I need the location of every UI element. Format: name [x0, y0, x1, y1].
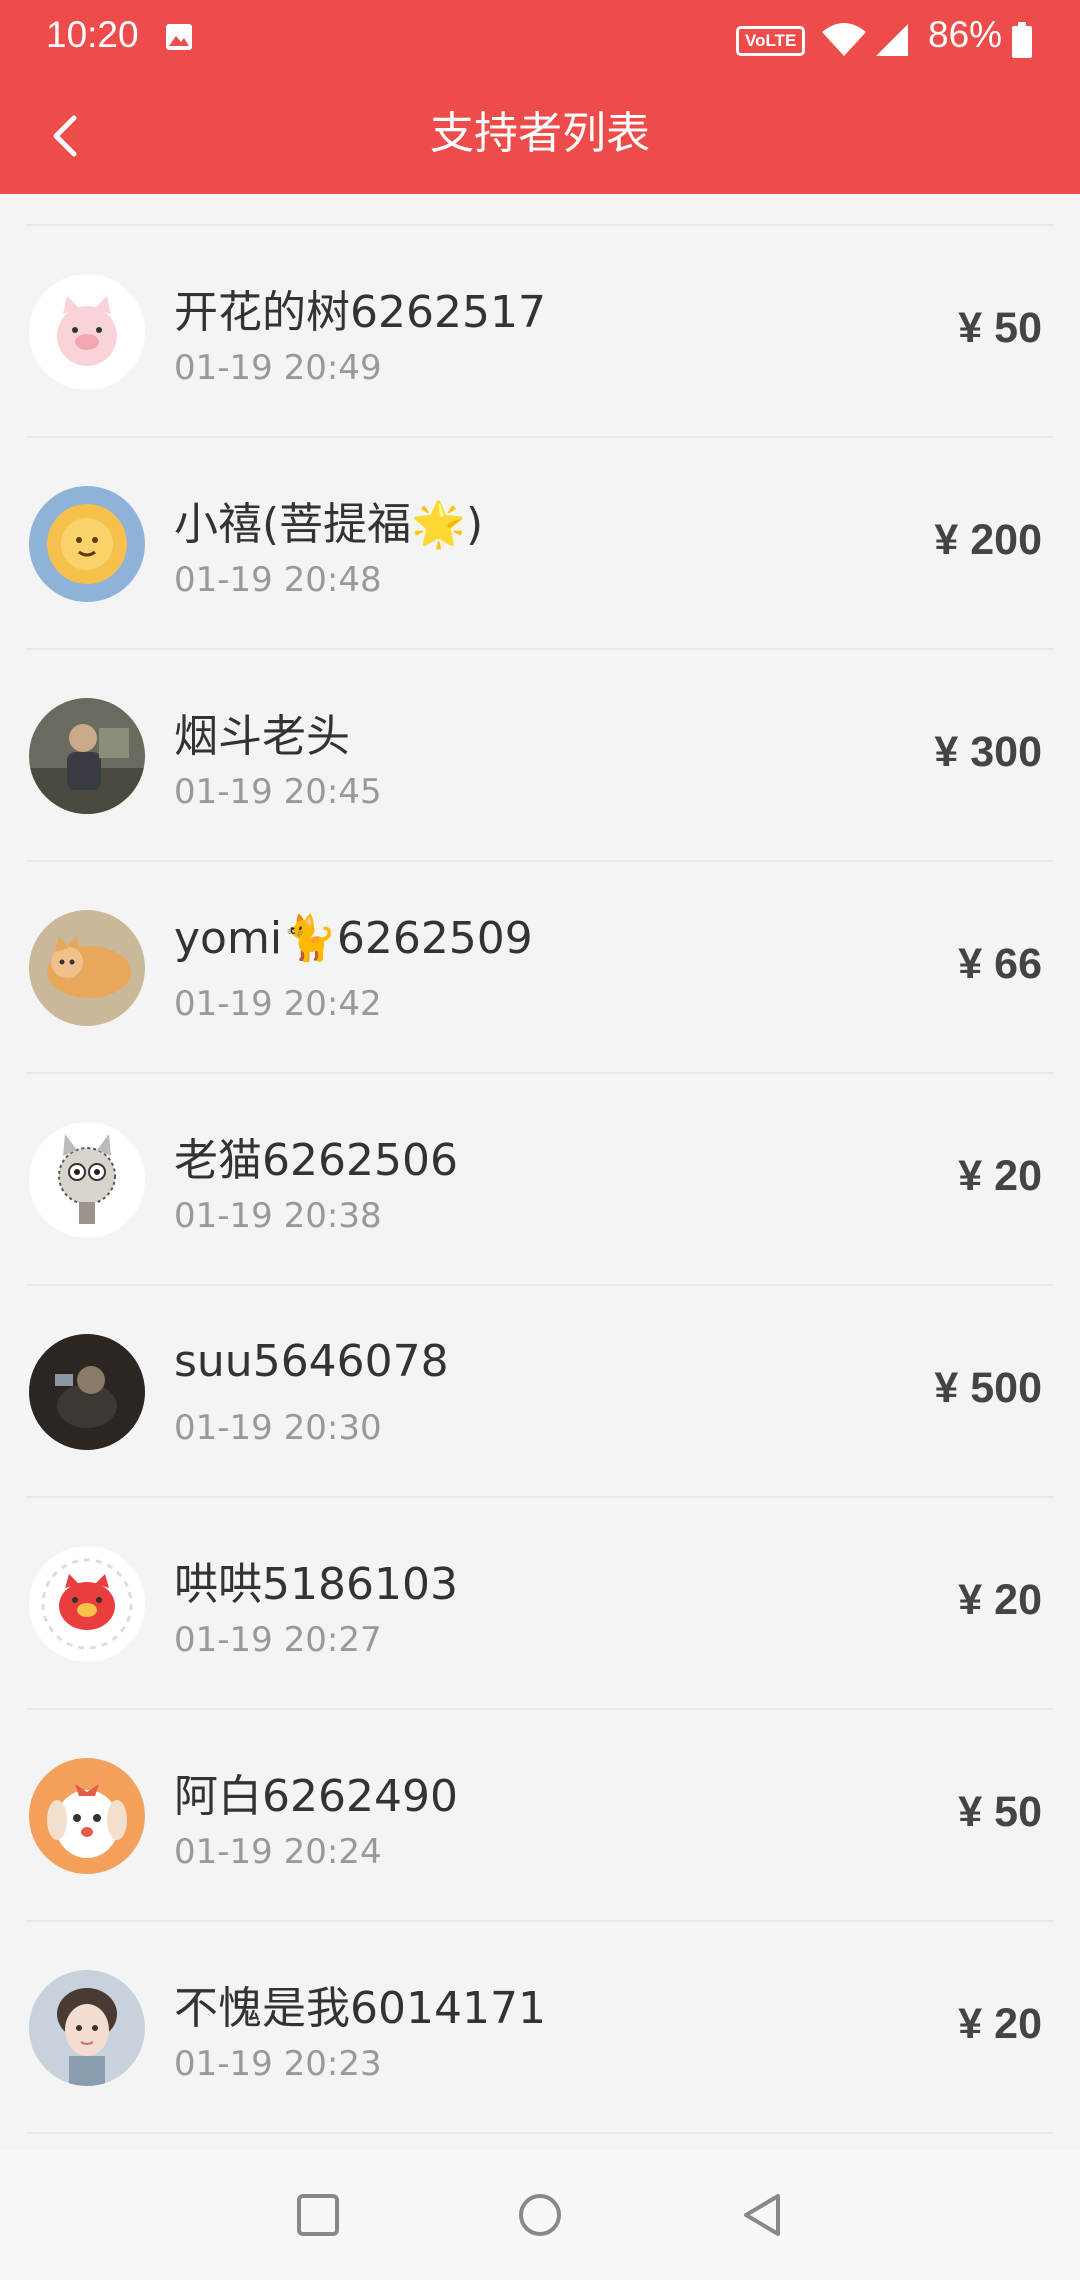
support-amount: ¥ 200: [934, 516, 1042, 564]
support-amount: ¥ 300: [934, 728, 1042, 776]
avatar[interactable]: [29, 1546, 145, 1662]
supporter-row[interactable]: 阿白6262490 01-19 20:24 ¥ 50: [26, 1710, 1054, 1922]
recents-button[interactable]: [288, 2185, 348, 2245]
battery-percent: 86%: [928, 14, 1003, 55]
home-button[interactable]: [510, 2185, 570, 2245]
support-time: 01-19 20:38: [174, 1196, 382, 1236]
supporter-name: 小禧(菩提福🌟): [174, 499, 484, 550]
battery-icon: [1012, 22, 1032, 58]
supporter-row[interactable]: 哄哄5186103 01-19 20:27 ¥ 20: [26, 1498, 1054, 1710]
support-time: 01-19 20:27: [174, 1620, 382, 1660]
supporter-row[interactable]: yomi🐈6262509 01-19 20:42 ¥ 66: [26, 862, 1054, 1074]
avatar[interactable]: [29, 910, 145, 1026]
header-bar: 支持者列表: [0, 80, 1080, 194]
supporter-name: 哄哄5186103: [174, 1559, 458, 1610]
avatar[interactable]: [29, 1758, 145, 1874]
support-amount: ¥ 20: [958, 1152, 1042, 1200]
supporter-name: 不愧是我6014171: [174, 1983, 546, 2034]
wifi-icon: [822, 23, 866, 56]
avatar[interactable]: [29, 698, 145, 814]
support-time: 01-19 20:42: [174, 984, 382, 1024]
supporter-name: suu5646078: [174, 1336, 449, 1387]
support-time: 01-19 20:49: [174, 348, 382, 388]
support-amount: ¥ 20: [958, 1576, 1042, 1624]
chevron-left-icon: [53, 115, 77, 157]
avatar[interactable]: [29, 1122, 145, 1238]
supporter-name: 烟斗老头: [174, 711, 350, 762]
supporter-row[interactable]: 开花的树6262517 01-19 20:49 ¥ 50: [26, 226, 1054, 438]
supporter-name: yomi🐈6262509: [174, 913, 533, 964]
avatar[interactable]: [29, 486, 145, 602]
supporter-name: 阿白6262490: [174, 1771, 458, 1822]
recents-square-icon: [297, 2194, 339, 2236]
avatar[interactable]: [29, 274, 145, 390]
supporter-row[interactable]: suu5646078 01-19 20:30 ¥ 500: [26, 1286, 1054, 1498]
support-time: 01-19 20:24: [174, 1832, 382, 1872]
avatar[interactable]: [29, 1334, 145, 1450]
supporter-row[interactable]: 小禧(菩提福🌟) 01-19 20:48 ¥ 200: [26, 438, 1054, 650]
support-amount: ¥ 500: [934, 1364, 1042, 1412]
photo-icon: [166, 24, 192, 50]
supporter-row[interactable]: 不愧是我6014171 01-19 20:23 ¥ 20: [26, 1922, 1054, 2134]
support-amount: ¥ 50: [958, 304, 1042, 352]
support-time: 01-19 20:48: [174, 560, 382, 600]
supporter-list[interactable]: 开花的树6262517 01-19 20:49 ¥ 50 小禧(菩提福🌟) 01…: [0, 194, 1080, 2150]
home-circle-icon: [519, 2194, 561, 2236]
volte-badge: VoLTE: [736, 26, 806, 56]
support-amount: ¥ 20: [958, 2000, 1042, 2048]
avatar[interactable]: [29, 1970, 145, 2086]
support-time: 01-19 20:23: [174, 2044, 382, 2084]
support-amount: ¥ 66: [958, 940, 1042, 988]
signal-icon: [876, 24, 908, 56]
list-top-divider: [26, 194, 1054, 226]
supporter-name: 老猫6262506: [174, 1135, 458, 1186]
supporter-row[interactable]: 烟斗老头 01-19 20:45 ¥ 300: [26, 650, 1054, 862]
system-nav-bar: [0, 2150, 1080, 2280]
status-time: 10:20: [46, 14, 139, 55]
support-amount: ¥ 50: [958, 1788, 1042, 1836]
back-triangle-icon: [744, 2194, 780, 2236]
support-time: 01-19 20:30: [174, 1408, 382, 1448]
page-title: 支持者列表: [430, 108, 650, 159]
support-time: 01-19 20:45: [174, 772, 382, 812]
supporter-name: 开花的树6262517: [174, 287, 546, 338]
back-button[interactable]: [30, 100, 102, 172]
status-bar: 10:20 VoLTE 86%: [0, 0, 1080, 80]
system-back-button[interactable]: [732, 2185, 792, 2245]
supporter-row[interactable]: 老猫6262506 01-19 20:38 ¥ 20: [26, 1074, 1054, 1286]
